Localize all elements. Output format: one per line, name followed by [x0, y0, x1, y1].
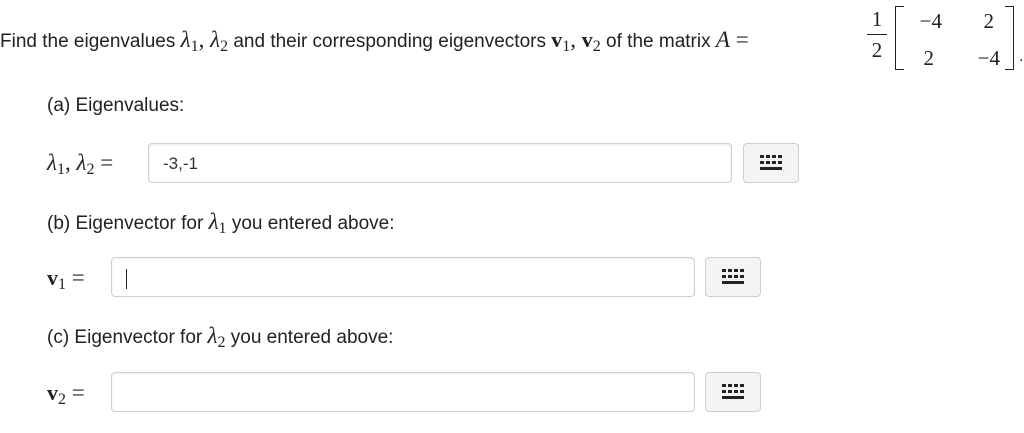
part-c-heading: (c) Eigenvector for λ2 you entered above…: [47, 323, 394, 351]
equals-sign: =: [729, 27, 749, 52]
problem-mid-text: and their corresponding eigenvectors: [228, 31, 552, 52]
matrix-cell-2-1: 2: [923, 46, 935, 70]
scalar-fraction: 1 2: [866, 6, 888, 63]
lambda-2-symbol: λ2: [207, 323, 226, 351]
v1-keyboard-button[interactable]: [705, 257, 761, 297]
v2-symbol: v2: [581, 27, 601, 56]
matrix-cell-2-2: −4: [977, 46, 1000, 70]
v2-label: v2 =: [47, 380, 85, 408]
v1-symbol: v1: [551, 27, 571, 56]
eigenvalues-keyboard-button[interactable]: [743, 143, 799, 183]
fraction-numerator: 1: [871, 7, 883, 31]
v1-label: v1 =: [47, 265, 85, 293]
eigenvalues-label: λ1, λ2 =: [47, 150, 114, 178]
grid-keyboard-icon: [722, 269, 744, 284]
v2-keyboard-button[interactable]: [705, 372, 761, 412]
lambda-2-symbol: λ2: [210, 27, 229, 56]
eigenvalues-input[interactable]: -3,-1: [148, 143, 732, 183]
problem-tail-text: of the matrix: [600, 31, 716, 52]
part-a-heading: (a) Eigenvalues:: [47, 95, 185, 116]
eigenvalues-input-value: -3,-1: [163, 154, 198, 173]
lambda-1-symbol: λ1: [208, 209, 227, 237]
matrix-cell-1-2: 2: [983, 9, 995, 33]
trailing-period: .: [1019, 48, 1024, 65]
grid-keyboard-icon: [760, 155, 782, 170]
fraction-bar: [867, 34, 887, 35]
fraction-denominator: 2: [871, 38, 883, 62]
text-cursor: [126, 268, 127, 289]
matrix-cell-1-1: −4: [919, 9, 942, 33]
v2-input[interactable]: [111, 372, 695, 412]
v1-input[interactable]: [111, 257, 695, 297]
part-b-heading: (b) Eigenvector for λ1 you entered above…: [47, 209, 395, 237]
problem-lead-text: Find the eigenvalues: [0, 31, 181, 52]
lambda-1-symbol: λ1: [180, 27, 199, 56]
problem-statement: Find the eigenvalues λ1, λ2 and their co…: [0, 27, 749, 56]
grid-keyboard-icon: [722, 384, 744, 399]
matrix-name: A: [715, 27, 730, 52]
matrix-right-bracket: [1005, 6, 1014, 70]
